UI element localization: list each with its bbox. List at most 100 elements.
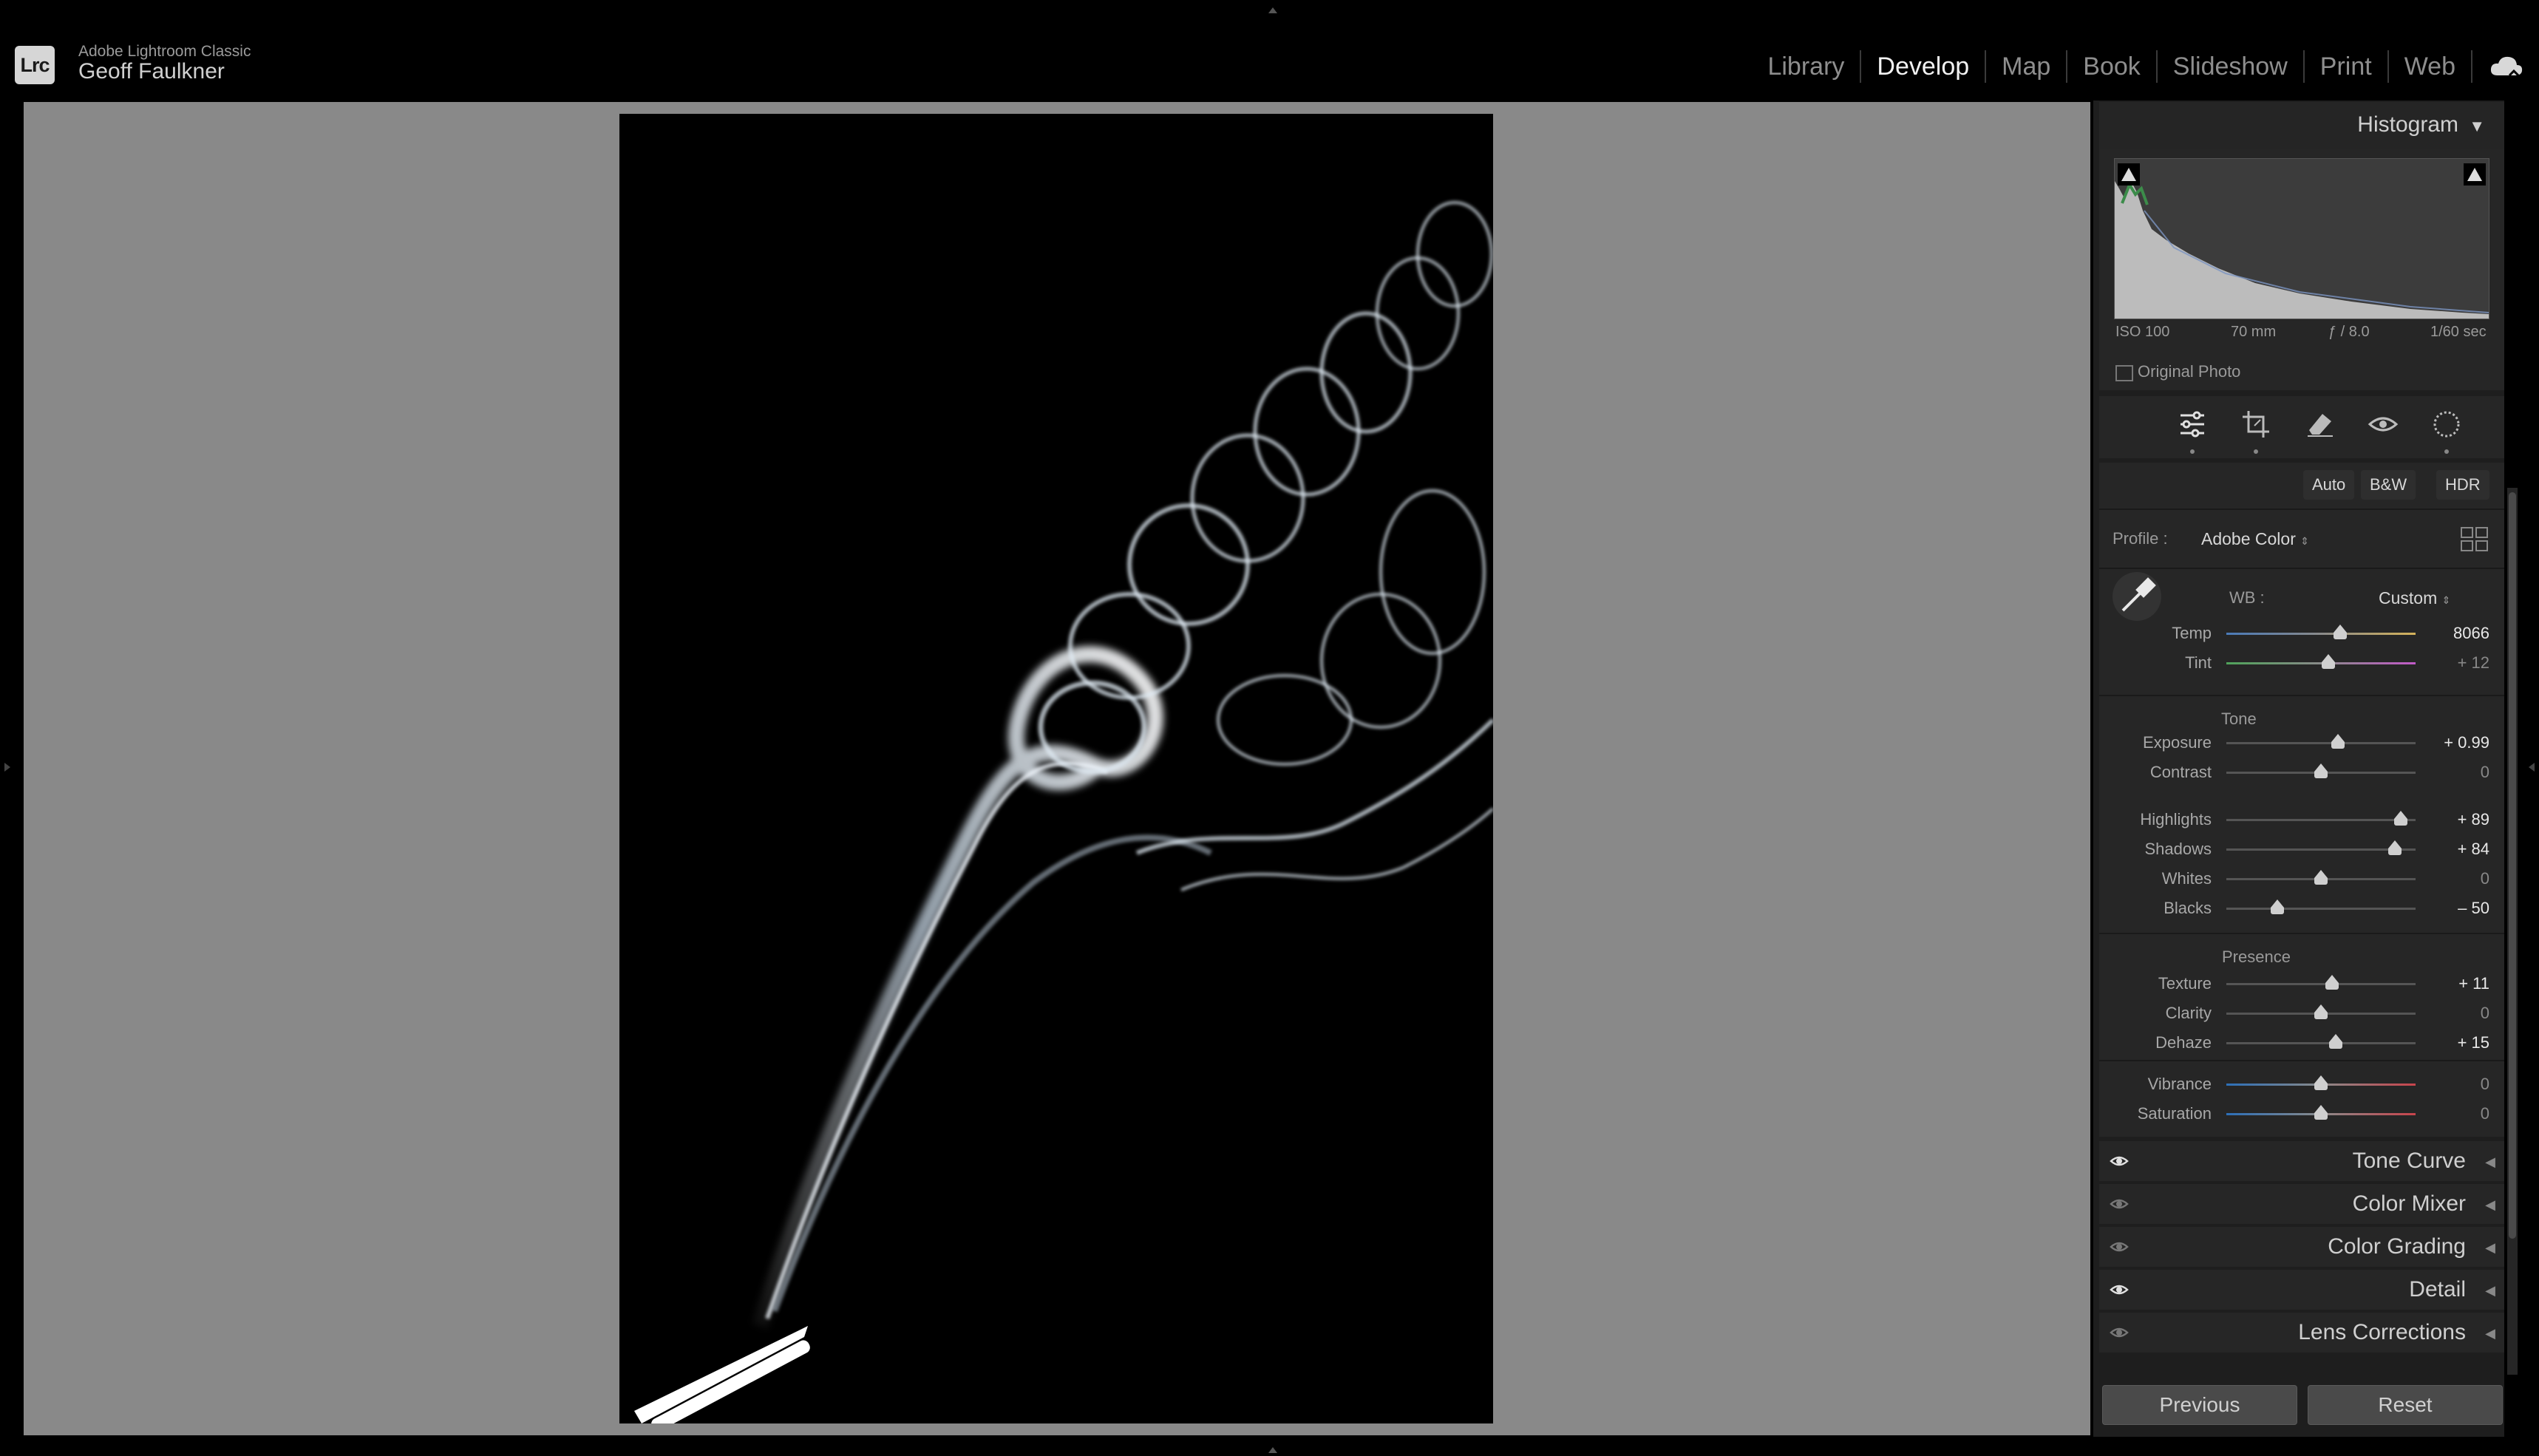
slider-value-shadows[interactable]: + 84 <box>2458 838 2489 860</box>
healing-eraser-icon[interactable] <box>2303 408 2336 440</box>
shadow-clipping-icon[interactable] <box>2118 163 2140 186</box>
slider-value-contrast[interactable]: 0 <box>2481 761 2489 783</box>
slider-thumb-shadows[interactable] <box>2387 840 2402 855</box>
slider-track-shadows[interactable] <box>2226 848 2416 851</box>
panel-detail[interactable]: Detail ◀ <box>2099 1270 2504 1310</box>
bw-button[interactable]: B&W <box>2361 470 2416 500</box>
slider-track-texture[interactable] <box>2226 983 2416 985</box>
highlight-clipping-icon[interactable] <box>2464 163 2486 186</box>
module-map[interactable]: Map <box>1986 50 2068 83</box>
slider-thumb-temp[interactable] <box>2333 625 2347 639</box>
slider-label-exposure: Exposure <box>2143 733 2212 752</box>
photo-preview[interactable] <box>619 114 1493 1423</box>
slider-track-blacks[interactable] <box>2226 908 2416 910</box>
profile-browser-icon[interactable] <box>2460 526 2489 553</box>
slider-value-saturation[interactable]: 0 <box>2481 1103 2489 1125</box>
slider-value-exposure[interactable]: + 0.99 <box>2444 732 2489 754</box>
panel-color-mixer[interactable]: Color Mixer ◀ <box>2099 1184 2504 1224</box>
module-web[interactable]: Web <box>2389 50 2472 83</box>
reset-button[interactable]: Reset <box>2308 1385 2503 1425</box>
histogram-header[interactable]: Histogram ▼ <box>2099 102 2504 149</box>
slider-value-dehaze[interactable]: + 15 <box>2458 1032 2489 1054</box>
module-slideshow[interactable]: Slideshow <box>2158 50 2305 83</box>
panel-color-grading[interactable]: Color Grading ◀ <box>2099 1227 2504 1267</box>
module-picker: Library Develop Map Book Slideshow Print… <box>1752 50 2539 83</box>
slider-thumb-saturation[interactable] <box>2314 1105 2328 1120</box>
expand-triangle-icon[interactable]: ◀ <box>2485 1326 2495 1341</box>
collapse-triangle-icon[interactable]: ▼ <box>2469 117 2485 136</box>
edit-sliders-icon[interactable] <box>2176 408 2209 454</box>
slider-row-highlights: Highlights + 89 <box>2099 809 2504 831</box>
slider-value-clarity[interactable]: 0 <box>2481 1002 2489 1024</box>
slider-thumb-vibrance[interactable] <box>2314 1075 2328 1090</box>
cloud-sync-icon[interactable] <box>2472 50 2539 83</box>
auto-button[interactable]: Auto <box>2303 470 2355 500</box>
expand-triangle-icon[interactable]: ◀ <box>2485 1240 2495 1256</box>
wb-dropdown[interactable]: Custom ⇕ <box>2379 588 2450 608</box>
module-book[interactable]: Book <box>2067 50 2158 83</box>
slider-value-highlights[interactable]: + 89 <box>2458 809 2489 831</box>
slider-thumb-exposure[interactable] <box>2331 734 2345 749</box>
slider-thumb-highlights[interactable] <box>2393 811 2407 826</box>
histogram-graph[interactable] <box>2114 158 2489 319</box>
slider-row-whites: Whites 0 <box>2099 868 2504 890</box>
profile-dropdown[interactable]: Adobe Color ⇕ <box>2201 529 2309 549</box>
slider-value-texture[interactable]: + 11 <box>2458 973 2489 995</box>
slider-value-temp[interactable]: 8066 <box>2453 622 2489 644</box>
slider-thumb-whites[interactable] <box>2314 870 2328 885</box>
expand-triangle-icon[interactable]: ◀ <box>2485 1197 2495 1213</box>
slider-value-whites[interactable]: 0 <box>2481 868 2489 890</box>
module-develop[interactable]: Develop <box>1861 50 1987 83</box>
slider-label-highlights: Highlights <box>2140 810 2212 829</box>
original-photo-checkbox[interactable] <box>2115 365 2133 381</box>
crop-icon[interactable] <box>2240 408 2272 454</box>
tool-strip <box>2099 396 2504 458</box>
slider-value-blacks[interactable]: – 50 <box>2458 897 2489 919</box>
wb-label: WB : <box>2229 588 2265 607</box>
eye-icon[interactable] <box>2110 1282 2129 1302</box>
slider-row-tint: Tint + 12 <box>2099 652 2504 674</box>
slider-row-saturation: Saturation 0 <box>2099 1103 2504 1125</box>
slider-row-vibrance: Vibrance 0 <box>2099 1073 2504 1095</box>
bottom-panel-toggle-icon[interactable] <box>1268 1447 1277 1453</box>
module-library[interactable]: Library <box>1752 50 1862 83</box>
panel-tone-curve[interactable]: Tone Curve ◀ <box>2099 1141 2504 1181</box>
right-panel-toggle-icon[interactable] <box>2529 763 2535 772</box>
slider-track-highlights[interactable] <box>2226 819 2416 821</box>
eye-icon[interactable] <box>2110 1239 2129 1259</box>
masking-icon[interactable] <box>2430 408 2463 454</box>
slider-thumb-clarity[interactable] <box>2314 1004 2328 1019</box>
slider-track-tint[interactable] <box>2226 662 2416 664</box>
top-panel-toggle-icon[interactable] <box>1268 7 1277 13</box>
left-panel-toggle-icon[interactable] <box>4 763 10 772</box>
red-eye-icon[interactable] <box>2367 408 2399 440</box>
eye-icon[interactable] <box>2110 1153 2129 1173</box>
app-name: Adobe Lightroom Classic <box>78 43 251 60</box>
expand-triangle-icon[interactable]: ◀ <box>2485 1154 2495 1170</box>
slider-label-contrast: Contrast <box>2149 763 2212 781</box>
original-photo-label: Original Photo <box>2138 362 2241 381</box>
panel-lens-corrections[interactable]: Lens Corrections ◀ <box>2099 1313 2504 1353</box>
slider-thumb-dehaze[interactable] <box>2329 1034 2343 1049</box>
panel-scrollbar-thumb[interactable] <box>2509 492 2516 1239</box>
slider-value-vibrance[interactable]: 0 <box>2481 1073 2489 1095</box>
eye-icon[interactable] <box>2110 1324 2129 1344</box>
panel-title: Color Mixer <box>2352 1191 2466 1216</box>
previous-button[interactable]: Previous <box>2102 1385 2297 1425</box>
slider-track-exposure[interactable] <box>2226 742 2416 744</box>
slider-thumb-contrast[interactable] <box>2314 763 2328 778</box>
slider-thumb-texture[interactable] <box>2325 975 2339 990</box>
slider-track-temp[interactable] <box>2226 633 2416 635</box>
slider-value-tint[interactable]: + 12 <box>2458 652 2489 674</box>
slider-label-whites: Whites <box>2161 869 2212 888</box>
expand-triangle-icon[interactable]: ◀ <box>2485 1283 2495 1299</box>
slider-thumb-blacks[interactable] <box>2271 899 2285 914</box>
wb-eyedropper-icon[interactable] <box>2113 572 2161 621</box>
photo-canvas[interactable] <box>24 102 2090 1435</box>
slider-track-dehaze[interactable] <box>2226 1042 2416 1044</box>
hdr-button[interactable]: HDR <box>2436 470 2489 500</box>
eye-icon[interactable] <box>2110 1196 2129 1216</box>
module-print[interactable]: Print <box>2305 50 2389 83</box>
exif-shutter: 1/60 sec <box>2430 324 2487 340</box>
slider-thumb-tint[interactable] <box>2322 654 2336 669</box>
